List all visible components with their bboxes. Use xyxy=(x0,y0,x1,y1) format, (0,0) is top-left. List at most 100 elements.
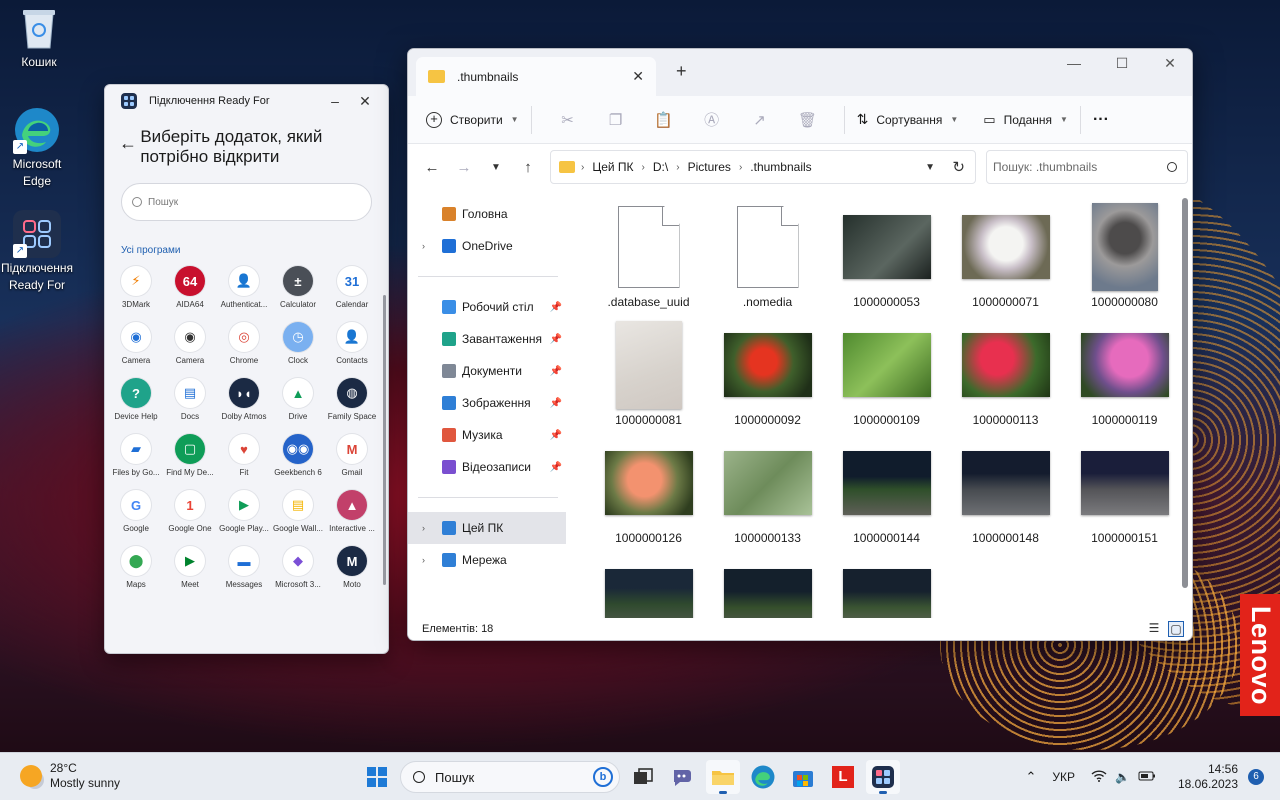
app-tile[interactable]: ▲ Interactive ... xyxy=(325,490,379,533)
chat-button[interactable] xyxy=(666,760,700,794)
file-explorer-button[interactable] xyxy=(706,760,740,794)
app-tile[interactable]: 31 Calendar xyxy=(325,266,379,309)
file-item[interactable]: 1000000151 xyxy=(1065,438,1184,548)
app-tile[interactable]: ? Device Help xyxy=(109,378,163,421)
desktop-icon-edge[interactable]: ↗ Microsoft Edge xyxy=(0,106,74,190)
app-tile[interactable]: M Gmail xyxy=(325,434,379,477)
app-tile[interactable]: G Google xyxy=(109,490,163,533)
nav-item[interactable]: Музика 📌 xyxy=(408,419,566,451)
details-view-icon[interactable]: ☰ xyxy=(1146,621,1162,637)
file-item[interactable]: 1000000092 xyxy=(708,320,827,430)
file-item[interactable]: 1000000119 xyxy=(1065,320,1184,430)
view-button[interactable]: ▭ Подання ▼ xyxy=(983,112,1068,128)
file-item[interactable]: .nomedia xyxy=(708,202,827,312)
chevron-right-icon[interactable]: › xyxy=(422,523,425,533)
show-hidden-icons-chevron-icon[interactable]: ⌃ xyxy=(1025,769,1036,785)
battery-icon[interactable] xyxy=(1138,770,1156,784)
back-arrow-icon[interactable]: ← xyxy=(119,127,140,167)
breadcrumb-pictures[interactable]: Pictures xyxy=(688,160,731,174)
app-search-input[interactable]: Пошук xyxy=(121,183,372,221)
app-tile[interactable]: ▤ Docs xyxy=(163,378,217,421)
app-tile[interactable]: 64 AIDA64 xyxy=(163,266,217,309)
nav-item[interactable]: › Мережа xyxy=(408,544,566,576)
nav-item[interactable]: Робочий стіл 📌 xyxy=(408,291,566,323)
file-item[interactable]: 1000000148 xyxy=(946,438,1065,548)
app-tile[interactable]: 👤 Authenticat... xyxy=(217,266,271,309)
close-button[interactable]: ✕ xyxy=(1150,55,1190,72)
close-button[interactable]: ✕ xyxy=(350,93,380,110)
nav-item[interactable]: Відеозаписи 📌 xyxy=(408,451,566,483)
share-icon[interactable]: ↗ xyxy=(736,111,784,129)
store-button[interactable] xyxy=(786,760,820,794)
file-item[interactable]: 1000000109 xyxy=(827,320,946,430)
chevron-right-icon[interactable]: › xyxy=(422,241,425,251)
file-item[interactable]: 1000000053 xyxy=(827,202,946,312)
file-item[interactable]: 1000000126 xyxy=(589,438,708,548)
app-tile[interactable]: ▢ Find My De... xyxy=(163,434,217,477)
chevron-down-icon[interactable]: ▼ xyxy=(925,162,935,173)
maximize-button[interactable]: ☐ xyxy=(1102,55,1142,72)
app-tile[interactable]: ▤ Google Wall... xyxy=(271,490,325,533)
sort-button[interactable]: ⇅ Сортування ▼ xyxy=(857,111,959,128)
file-item[interactable]: 1000000081 xyxy=(589,320,708,430)
file-item[interactable]: 1000000133 xyxy=(708,438,827,548)
back-button[interactable]: ← xyxy=(416,159,448,176)
lenovo-vantage-button[interactable]: L xyxy=(826,760,860,794)
task-view-button[interactable] xyxy=(626,760,660,794)
app-tile[interactable]: ▰ Files by Go... xyxy=(109,434,163,477)
app-tile[interactable]: ◷ Clock xyxy=(271,322,325,365)
app-tile[interactable]: ◎ Chrome xyxy=(217,322,271,365)
desktop-icon-ready-for[interactable]: ↗ Підключення Ready For xyxy=(0,210,74,294)
breadcrumb-this-pc[interactable]: Цей ПК xyxy=(592,160,633,174)
breadcrumb-thumbnails[interactable]: .thumbnails xyxy=(750,160,811,174)
file-item[interactable]: 1000000080 xyxy=(1065,202,1184,312)
copy-icon[interactable]: ❐ xyxy=(592,111,640,129)
edge-button[interactable] xyxy=(746,760,780,794)
app-tile[interactable]: ⚡ 3DMark xyxy=(109,266,163,309)
minimize-button[interactable]: — xyxy=(1054,55,1094,71)
rename-icon[interactable]: Ⓐ xyxy=(688,109,736,130)
notification-badge[interactable]: 6 xyxy=(1248,769,1264,785)
clock[interactable]: 14:56 18.06.2023 xyxy=(1178,762,1238,792)
app-tile[interactable]: ◍ Family Space xyxy=(325,378,379,421)
app-tile[interactable]: ◉ Camera xyxy=(109,322,163,365)
app-tile[interactable]: ◆ Microsoft 3... xyxy=(271,546,325,589)
volume-icon[interactable]: 🔈 xyxy=(1115,770,1130,784)
nav-item[interactable]: Головна xyxy=(408,198,566,230)
scrollbar[interactable] xyxy=(383,295,386,585)
paste-icon[interactable]: 📋 xyxy=(640,111,688,129)
refresh-icon[interactable]: ↻ xyxy=(952,158,965,176)
delete-icon[interactable]: 🗑 xyxy=(784,111,832,129)
forward-button[interactable]: → xyxy=(448,159,480,176)
app-tile[interactable]: ± Calculator xyxy=(271,266,325,309)
minimize-button[interactable]: – xyxy=(320,93,350,109)
file-item[interactable]: 1000000113 xyxy=(946,320,1065,430)
cut-icon[interactable]: ✂ xyxy=(544,111,592,129)
nav-item[interactable]: Завантаження 📌 xyxy=(408,323,566,355)
tab-thumbnails[interactable]: .thumbnails ✕ xyxy=(416,57,656,96)
recent-locations-button[interactable]: ▼ xyxy=(480,162,512,173)
app-tile[interactable]: ◉◉ Geekbench 6 xyxy=(271,434,325,477)
app-tile[interactable]: ⬤ Maps xyxy=(109,546,163,589)
nav-item[interactable]: › OneDrive xyxy=(408,230,566,262)
chevron-right-icon[interactable]: › xyxy=(422,555,425,565)
up-button[interactable]: ↑ xyxy=(512,159,544,176)
app-tile[interactable]: 1 Google One xyxy=(163,490,217,533)
file-item[interactable]: 1000000144 xyxy=(827,438,946,548)
language-indicator[interactable]: УКР xyxy=(1052,770,1075,784)
file-item[interactable]: 1000000071 xyxy=(946,202,1065,312)
file-item[interactable]: .database_uuid xyxy=(589,202,708,312)
weather-widget[interactable]: 28°C Mostly sunny xyxy=(20,761,120,791)
more-options-button[interactable]: ··· xyxy=(1093,111,1109,129)
taskbar-search[interactable]: Пошук b xyxy=(400,761,620,793)
ready-for-taskbar-button[interactable] xyxy=(866,760,900,794)
thumbnails-view-icon[interactable]: ▢ xyxy=(1168,621,1184,637)
app-tile[interactable]: M Moto xyxy=(325,546,379,589)
start-button[interactable] xyxy=(360,760,394,794)
app-tile[interactable]: ♥ Fit xyxy=(217,434,271,477)
folder-search-input[interactable]: Пошук: .thumbnails xyxy=(986,150,1188,184)
nav-item[interactable]: › Цей ПК xyxy=(408,512,566,544)
new-tab-button[interactable]: + xyxy=(676,61,687,82)
create-button[interactable]: + Створити ▼ xyxy=(426,111,519,128)
app-tile[interactable]: ◗◖ Dolby Atmos xyxy=(217,378,271,421)
